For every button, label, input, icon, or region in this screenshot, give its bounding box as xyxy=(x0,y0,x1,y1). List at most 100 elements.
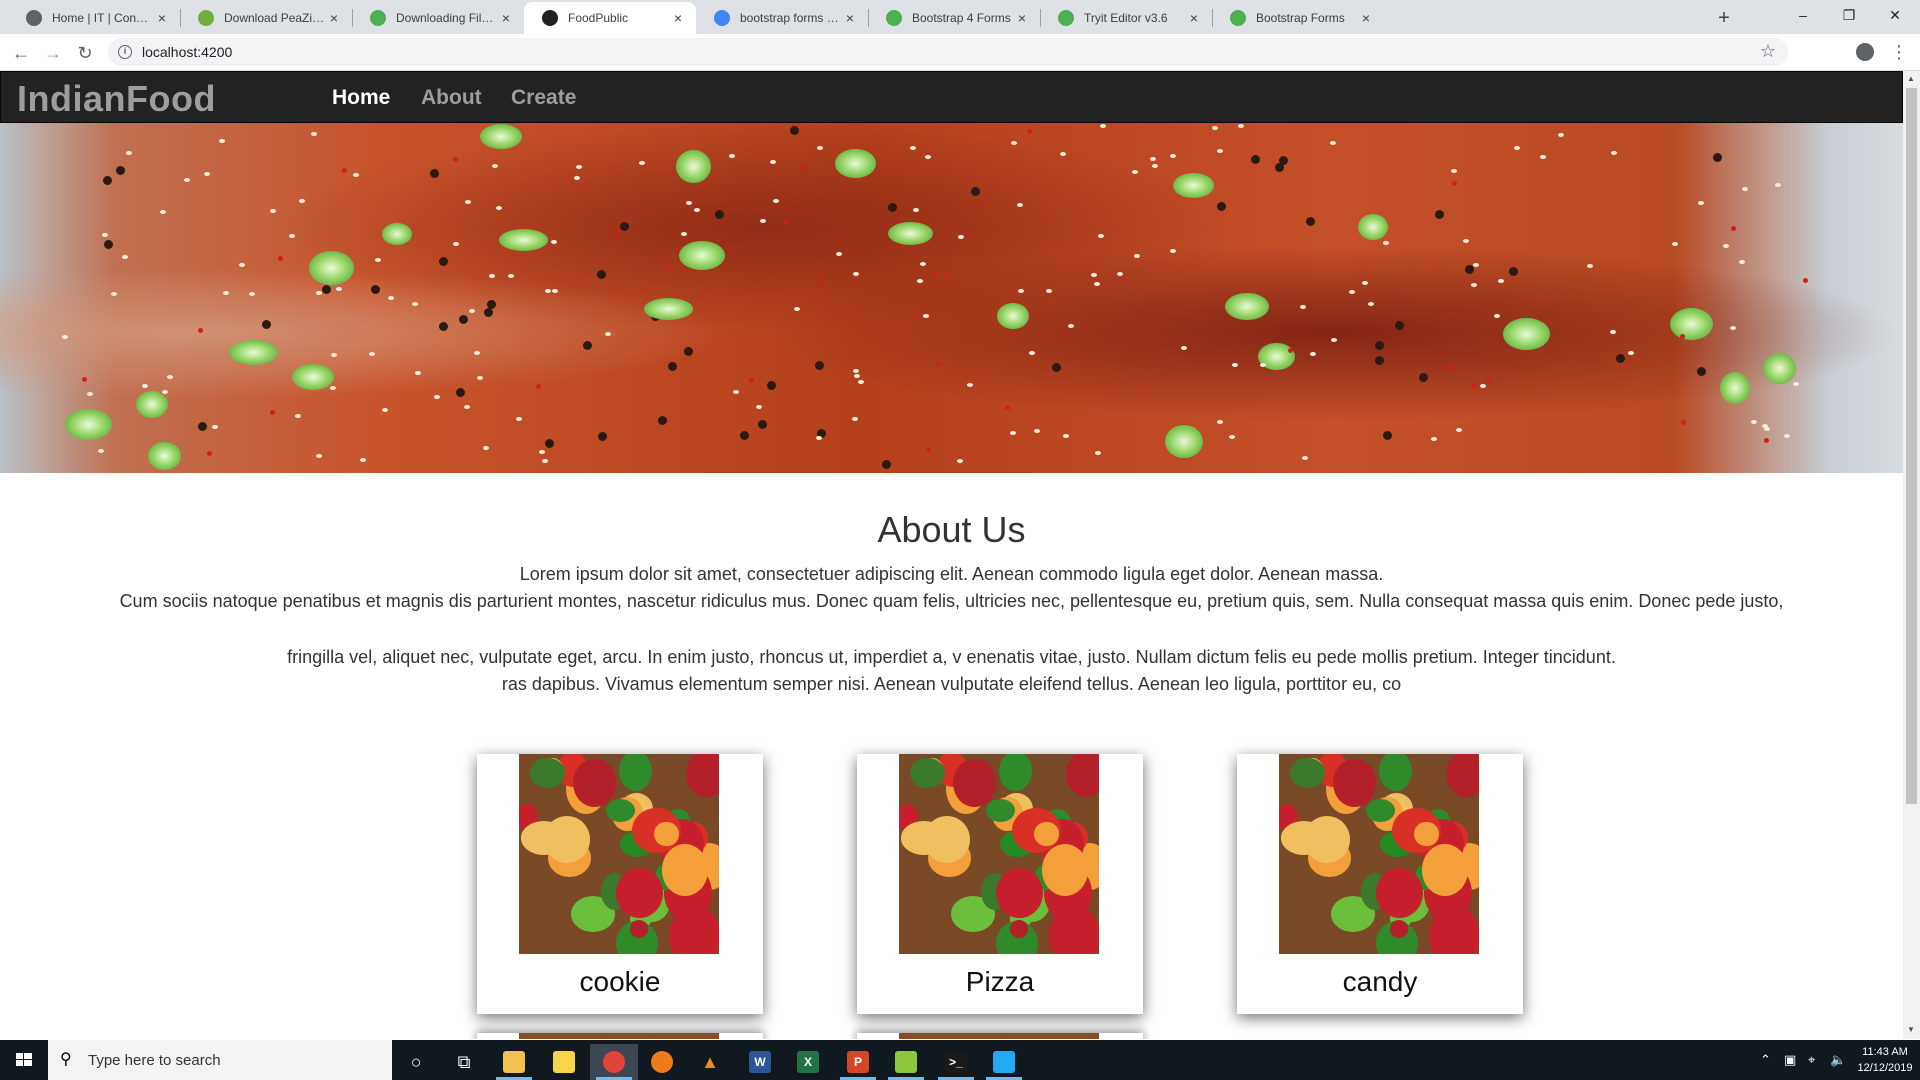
restore-button[interactable]: ❐ xyxy=(1826,0,1872,30)
browser-tab[interactable]: Downloading File /71994/p× xyxy=(352,2,524,34)
hero-texture xyxy=(507,274,514,279)
browser-tab[interactable]: Tryit Editor v3.6 × xyxy=(1040,2,1212,34)
windows-start-button[interactable] xyxy=(0,1040,48,1080)
tab-close-icon[interactable]: × xyxy=(326,10,342,26)
url-text[interactable]: localhost:4200 xyxy=(142,44,232,60)
vegetables-image[interactable] xyxy=(519,754,719,954)
tab-close-icon[interactable]: × xyxy=(1186,10,1202,26)
hero-texture xyxy=(888,203,898,213)
hero-texture xyxy=(1011,140,1018,145)
new-tab-button[interactable]: + xyxy=(1710,4,1738,32)
vegetable-shape xyxy=(953,759,997,808)
hero-texture xyxy=(615,229,621,235)
food-card[interactable]: candy xyxy=(1237,754,1523,1014)
browser-tab[interactable]: Download PeaZip Portable× xyxy=(180,2,352,34)
reload-icon[interactable]: ↻ xyxy=(72,40,98,66)
network-icon[interactable]: ▣ xyxy=(1784,1040,1796,1080)
file-explorer-taskbar-button[interactable] xyxy=(490,1044,538,1080)
tab-close-icon[interactable]: × xyxy=(842,10,858,26)
browser-tab[interactable]: Bootstrap 4 Forms × xyxy=(868,2,1040,34)
hero-texture xyxy=(207,451,213,457)
profile-avatar-icon[interactable] xyxy=(1856,43,1874,61)
food-card[interactable]: cookie xyxy=(477,754,763,1014)
hero-texture xyxy=(453,157,459,163)
word-taskbar-button[interactable]: W xyxy=(736,1044,784,1080)
hero-texture xyxy=(1435,209,1445,219)
hero-texture xyxy=(473,351,480,356)
hero-texture xyxy=(1305,216,1315,226)
close-window-button[interactable]: ✕ xyxy=(1872,0,1918,30)
browser-toolbar: ← → ↻ i localhost:4200 ☆ ⋮ xyxy=(0,34,1920,71)
page-scrollbar[interactable]: ▲ ▼ xyxy=(1903,71,1920,1039)
scrollbar-thumb[interactable] xyxy=(1906,88,1917,804)
firefox-taskbar-button[interactable] xyxy=(638,1044,686,1080)
task-view-taskbar-button[interactable]: ⧉ xyxy=(440,1044,488,1080)
vlc-taskbar-button[interactable]: ▲ xyxy=(686,1044,734,1080)
back-icon[interactable]: ← xyxy=(8,40,34,66)
vscode-taskbar-button[interactable] xyxy=(980,1044,1028,1080)
site-info-icon[interactable]: i xyxy=(118,45,132,59)
browser-tab[interactable]: Home | IT | Conestoga College× xyxy=(8,2,180,34)
taskbar-search-box[interactable]: ⚲ Type here to search xyxy=(48,1040,392,1080)
taskbar-search-placeholder[interactable]: Type here to search xyxy=(88,1052,221,1069)
chrome-taskbar-button[interactable] xyxy=(590,1044,638,1080)
peazip-taskbar-button[interactable] xyxy=(882,1044,930,1080)
navbar-brand[interactable]: IndianFood xyxy=(17,78,216,120)
tab-close-icon[interactable]: × xyxy=(154,10,170,26)
bookmark-star-icon[interactable]: ☆ xyxy=(1760,41,1776,62)
terminal-taskbar-button[interactable]: >_ xyxy=(932,1044,980,1080)
minimize-button[interactable]: – xyxy=(1780,0,1826,30)
powerpoint-taskbar-button[interactable]: P xyxy=(834,1044,882,1080)
nav-link-home[interactable]: Home xyxy=(332,86,390,110)
scroll-up-arrow-icon[interactable]: ▲ xyxy=(1907,74,1915,83)
nav-link-create[interactable]: Create xyxy=(511,86,576,110)
hero-texture xyxy=(1116,272,1123,277)
tab-close-icon[interactable]: × xyxy=(670,10,686,26)
hero-texture xyxy=(816,145,823,150)
excel-taskbar-button[interactable]: X xyxy=(784,1044,832,1080)
sticky-notes-taskbar-button[interactable] xyxy=(540,1044,588,1080)
hero-texture xyxy=(887,222,933,246)
w3schools-favicon-icon xyxy=(1230,10,1246,26)
browser-tab[interactable]: bootstrap forms - Google S× xyxy=(696,2,868,34)
hero-texture xyxy=(1046,288,1053,293)
show-hidden-icons-icon[interactable]: ⌃ xyxy=(1760,1040,1771,1080)
hero-texture xyxy=(1033,429,1040,434)
cortana-taskbar-button[interactable]: ○ xyxy=(392,1044,440,1080)
tab-close-icon[interactable]: × xyxy=(498,10,514,26)
hero-texture xyxy=(239,263,246,268)
wifi-icon[interactable]: ⌖ xyxy=(1808,1040,1815,1080)
food-card-next-row[interactable] xyxy=(857,1033,1143,1039)
vegetables-image[interactable] xyxy=(899,754,1099,954)
hero-texture xyxy=(1751,420,1758,425)
food-card[interactable]: Pizza xyxy=(857,754,1143,1014)
forward-icon[interactable]: → xyxy=(40,40,66,66)
hero-texture xyxy=(680,232,687,237)
taskbar-clock[interactable]: 11:43 AM 12/12/2019 xyxy=(1852,1044,1918,1076)
browser-menu-icon[interactable]: ⋮ xyxy=(1890,40,1908,64)
nav-link-about[interactable]: About xyxy=(421,86,482,110)
hero-texture xyxy=(793,307,800,312)
hero-texture xyxy=(198,328,204,334)
tab-close-icon[interactable]: × xyxy=(1358,10,1374,26)
hero-texture xyxy=(278,255,284,261)
hero-texture xyxy=(1502,317,1550,351)
browser-tab[interactable]: FoodPublic × xyxy=(524,2,696,34)
browser-tab[interactable]: Bootstrap Forms × xyxy=(1212,2,1384,34)
hero-texture xyxy=(1451,169,1458,174)
firefox-icon xyxy=(651,1051,673,1073)
scroll-down-arrow-icon[interactable]: ▼ xyxy=(1907,1025,1915,1034)
hero-texture xyxy=(97,449,104,454)
address-bar[interactable]: i localhost:4200 ☆ xyxy=(108,38,1788,66)
food-card-next-row[interactable] xyxy=(477,1033,763,1039)
hero-texture xyxy=(729,153,736,158)
page-viewport: IndianFood Home About Create About Us Lo… xyxy=(0,71,1920,1039)
volume-icon[interactable]: 🔈 xyxy=(1830,1040,1846,1080)
vegetable-shape xyxy=(923,816,971,864)
hero-texture xyxy=(1299,305,1306,310)
vscode-icon xyxy=(993,1051,1015,1073)
tab-close-icon[interactable]: × xyxy=(1014,10,1030,26)
vegetable-shape xyxy=(1376,868,1424,919)
vegetables-image[interactable] xyxy=(1279,754,1479,954)
hero-texture xyxy=(1375,356,1385,366)
